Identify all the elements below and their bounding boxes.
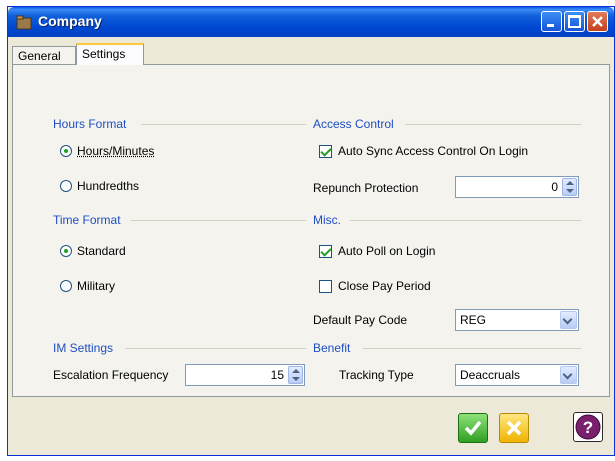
tab-settings[interactable]: Settings [76, 43, 144, 65]
minimize-icon [547, 24, 554, 27]
default-pay-code-value: REG [460, 313, 487, 327]
svg-text:?: ? [583, 418, 593, 437]
spinner-arrows-icon[interactable] [288, 366, 303, 384]
tracking-type-label: Tracking Type [339, 368, 414, 382]
maximize-icon [568, 15, 581, 28]
minimize-button[interactable] [541, 11, 562, 32]
benefit-title: Benefit [313, 341, 351, 355]
default-pay-code-select[interactable]: REG [455, 309, 579, 331]
escalation-frequency-stepper[interactable]: 15 [185, 364, 305, 386]
window-title: Company [38, 13, 102, 29]
help-icon: ? [575, 414, 601, 440]
close-button[interactable] [587, 11, 608, 32]
standard-label[interactable]: Standard [77, 244, 126, 258]
escalation-frequency-label: Escalation Frequency [53, 368, 169, 382]
hundredths-radio[interactable] [60, 180, 72, 192]
tab-settings-label: Settings [82, 47, 126, 61]
company-window: Company General Settings Hours Format Ho… [7, 6, 615, 456]
cancel-icon [506, 420, 522, 436]
spinner-arrows-icon[interactable] [562, 178, 577, 196]
close-icon [592, 16, 603, 27]
access-control-title: Access Control [313, 117, 394, 131]
maximize-button[interactable] [564, 11, 585, 32]
ok-button[interactable] [458, 413, 488, 443]
help-button[interactable]: ? [573, 412, 603, 442]
hours-minutes-label[interactable]: Hours/Minutes [77, 144, 154, 158]
repunch-protection-stepper[interactable]: 0 [455, 176, 579, 198]
military-radio[interactable] [60, 280, 72, 292]
military-label[interactable]: Military [77, 279, 115, 293]
hours-minutes-radio[interactable] [60, 145, 72, 157]
group-divider [131, 220, 306, 221]
ok-icon [464, 420, 482, 436]
close-pay-period-label[interactable]: Close Pay Period [338, 279, 431, 293]
auto-sync-label[interactable]: Auto Sync Access Control On Login [338, 144, 528, 158]
tab-general-label: General [18, 49, 61, 63]
im-settings-title: IM Settings [53, 341, 114, 355]
auto-poll-checkbox[interactable] [319, 245, 332, 258]
repunch-protection-value: 0 [551, 180, 558, 194]
tracking-type-select[interactable]: Deaccruals [455, 364, 579, 386]
hundredths-label[interactable]: Hundredths [77, 179, 139, 193]
group-divider [141, 124, 306, 125]
chevron-down-icon[interactable] [560, 311, 577, 329]
tracking-type-value: Deaccruals [460, 368, 521, 382]
folder-icon [16, 15, 32, 30]
hours-format-title: Hours Format [53, 117, 127, 131]
tab-general[interactable]: General [12, 46, 76, 64]
chevron-down-icon[interactable] [560, 366, 577, 384]
auto-sync-checkbox[interactable] [319, 145, 332, 158]
default-pay-code-label: Default Pay Code [313, 313, 408, 327]
time-format-title: Time Format [53, 213, 121, 227]
cancel-button[interactable] [499, 413, 529, 443]
settings-panel: Hours Format Hours/Minutes Hundredths Ti… [12, 64, 610, 397]
repunch-protection-label: Repunch Protection [313, 181, 419, 195]
auto-poll-label[interactable]: Auto Poll on Login [338, 244, 435, 258]
group-divider [125, 348, 306, 349]
group-divider [405, 124, 581, 125]
standard-radio[interactable] [60, 245, 72, 257]
escalation-frequency-value: 15 [270, 368, 284, 382]
title-bar[interactable]: Company [8, 7, 614, 37]
group-divider [363, 348, 581, 349]
group-divider [350, 220, 581, 221]
close-pay-period-checkbox[interactable] [319, 280, 332, 293]
misc-title: Misc. [313, 213, 341, 227]
